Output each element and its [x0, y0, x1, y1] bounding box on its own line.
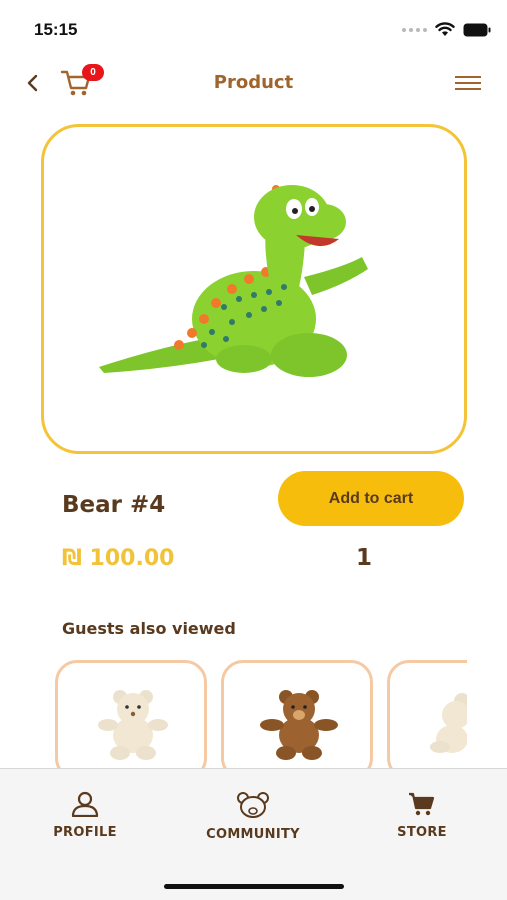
hamburger-menu-icon [455, 76, 481, 90]
bottom-tab-bar: PROFILE COMMUNITY STORE [0, 768, 507, 900]
cream-teddy-bear-image [98, 690, 168, 760]
brown-teddy-bear-image [260, 690, 338, 760]
tab-label-profile: PROFILE [53, 825, 117, 840]
viewed-product-card[interactable] [55, 660, 207, 770]
wifi-icon [435, 22, 455, 36]
product-name: Bear #4 [62, 492, 166, 518]
tab-profile[interactable]: PROFILE [44, 791, 126, 840]
section-title-guests-also-viewed: Guests also viewed [62, 619, 236, 638]
guests-also-viewed-list[interactable] [55, 660, 467, 770]
menu-button[interactable] [455, 74, 481, 92]
status-bar: 15:15 [0, 0, 507, 58]
tab-community[interactable]: COMMUNITY [190, 791, 316, 842]
tab-label-store: STORE [397, 825, 447, 840]
home-indicator [164, 884, 344, 889]
product-price: ₪ 100.00 [62, 546, 175, 571]
product-image-frame [41, 124, 467, 454]
viewed-product-card[interactable] [221, 660, 373, 770]
cream-teddy-bear-partial-image [430, 693, 467, 753]
cart-icon [409, 792, 435, 816]
status-icons [402, 22, 491, 37]
dinosaur-plush-image [99, 185, 368, 377]
page-title: Product [213, 72, 294, 93]
tab-store[interactable]: STORE [384, 791, 460, 840]
tab-label-community: COMMUNITY [206, 827, 300, 842]
navigation-bar: 0 Product [0, 60, 507, 106]
battery-icon [463, 23, 491, 36]
bear-head-icon [237, 792, 269, 818]
signal-dots-icon [402, 27, 427, 32]
viewed-product-card[interactable] [387, 660, 467, 770]
person-icon [71, 791, 99, 818]
quantity-value[interactable]: 1 [356, 545, 372, 571]
add-to-cart-button[interactable]: Add to cart [278, 471, 464, 526]
status-time: 15:15 [34, 20, 78, 39]
